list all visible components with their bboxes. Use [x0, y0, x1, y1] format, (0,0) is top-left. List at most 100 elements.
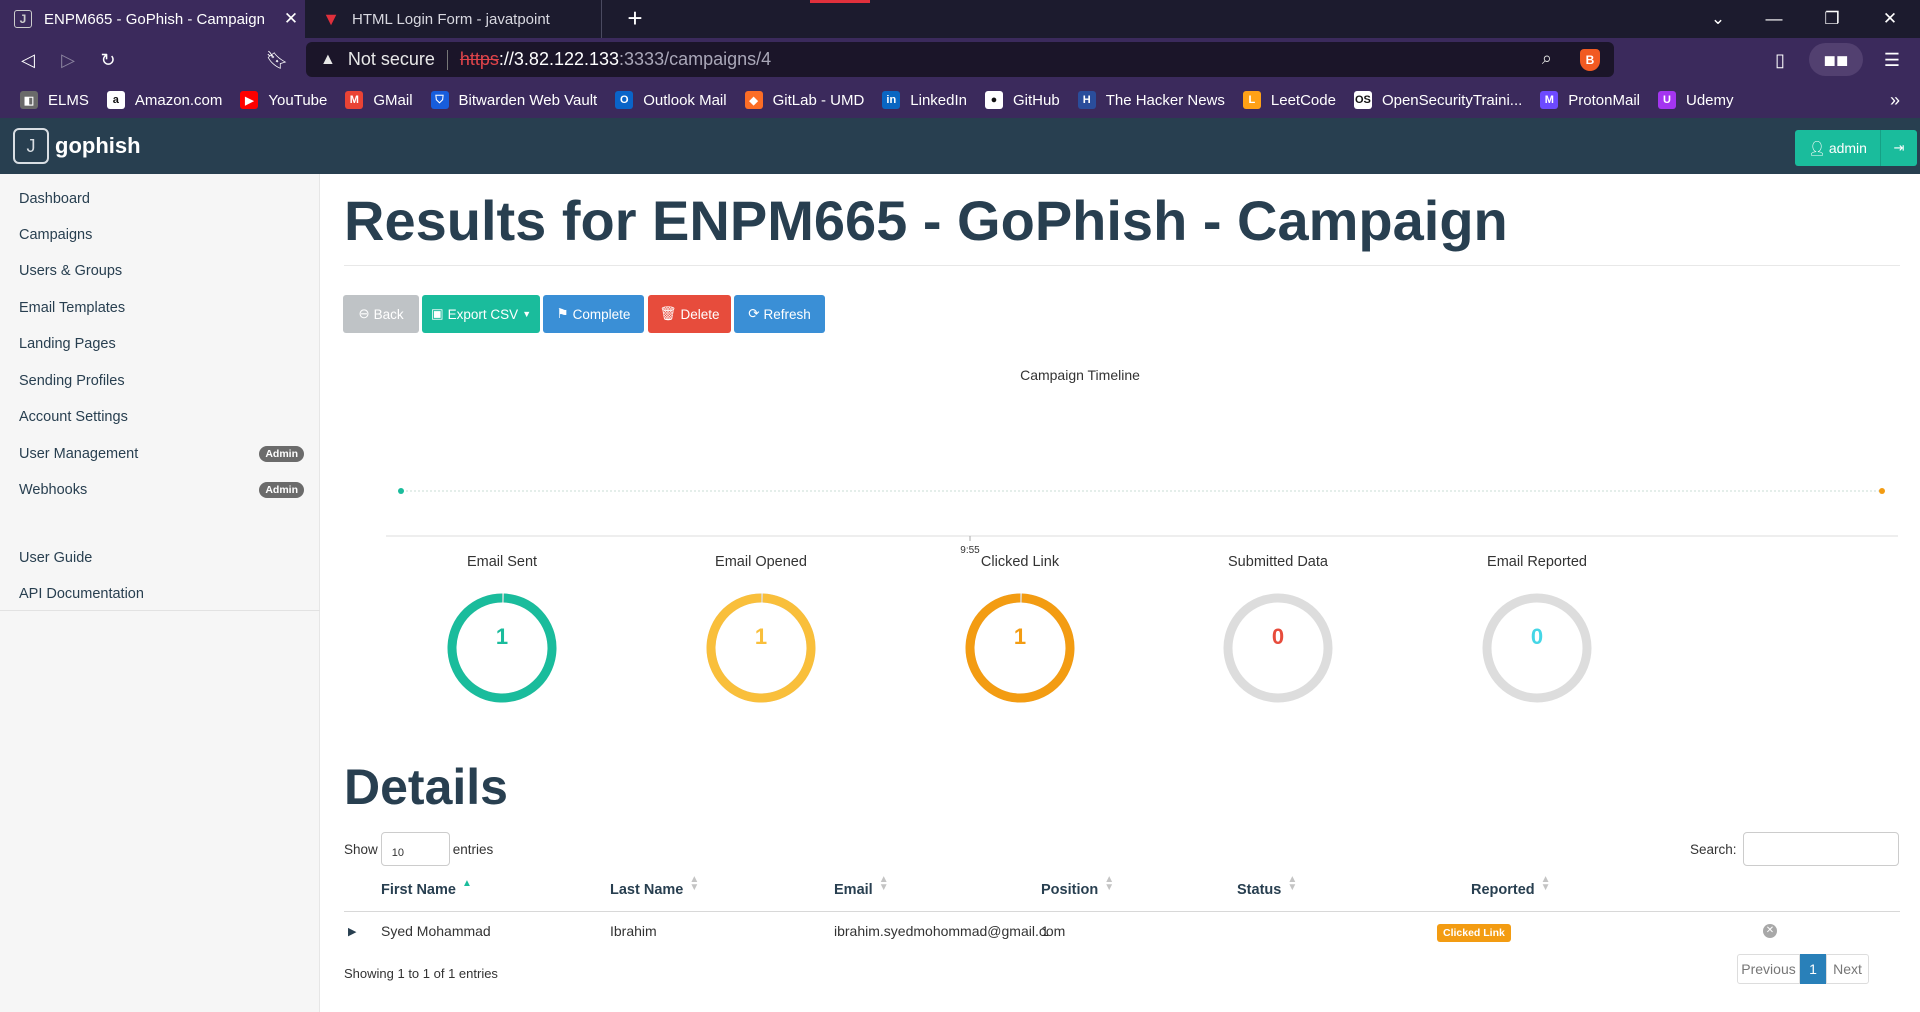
hackernews-icon: H — [1077, 91, 1096, 109]
stat-label: Email Opened — [715, 554, 807, 570]
export-csv-button[interactable]: ▣ Export CSV ▼ — [422, 295, 540, 333]
bookmarks-overflow-icon[interactable]: » — [1890, 90, 1900, 111]
stat-email-reported: Email Reported 0 — [1437, 554, 1637, 708]
address-bar[interactable]: ▲ Not secure https ://3.82.122.133 :3333… — [306, 42, 1614, 77]
bookmark-youtube[interactable]: ▶ YouTube — [240, 91, 327, 109]
pagination-page[interactable]: 1 — [1800, 954, 1826, 984]
table-search: Search: — [1690, 832, 1899, 866]
zoom-icon[interactable]: ⌕ — [1542, 48, 1552, 69]
private-glasses-icon[interactable]: ◼◼ — [1809, 43, 1863, 76]
user-button[interactable]: 👤︎ admin — [1795, 130, 1881, 166]
cell-email: ibrahim.syedmohommad@gmail.com — [834, 923, 1066, 939]
close-window-icon[interactable]: ✕ — [1862, 0, 1918, 38]
stat-value: 0 — [1271, 624, 1285, 649]
new-tab-icon[interactable]: + — [620, 4, 650, 34]
arrow-circle-left-icon: ⊖ — [358, 306, 370, 321]
col-email[interactable]: Email ▲ ▼ — [834, 875, 889, 899]
menu-icon[interactable]: ☰ — [1877, 46, 1907, 74]
url-host: ://3.82.122.133 — [498, 49, 620, 69]
sidebar-item-email-templates[interactable]: Email Templates — [19, 300, 304, 316]
entries-select[interactable]: 10 — [380, 832, 450, 866]
timeline-tick-label: 9:55 — [960, 545, 980, 554]
stat-label: Email Reported — [1487, 554, 1587, 570]
stat-ring: 0 — [1218, 588, 1338, 708]
stat-label: Submitted Data — [1228, 554, 1328, 570]
refresh-icon: ⟳ — [748, 306, 760, 321]
delete-button[interactable]: 🗑︎ Delete — [648, 295, 731, 333]
sidebar-item-user-management[interactable]: User Management Admin — [19, 446, 304, 462]
sidebar-item-campaigns[interactable]: Campaigns — [19, 227, 304, 243]
sidebar-item-api-documentation[interactable]: API Documentation — [19, 586, 304, 602]
cell-position: 1 — [1041, 923, 1049, 939]
admin-badge: Admin — [259, 446, 304, 462]
restore-icon[interactable]: ❐ — [1804, 0, 1860, 38]
gophish-logo-icon: J — [13, 128, 49, 164]
sort-icon: ▲ ▼ — [878, 874, 889, 893]
bookmark-outlook[interactable]: O Outlook Mail — [615, 91, 727, 109]
bitwarden-icon: ⛉ — [430, 91, 449, 109]
tab-list-chevron-icon[interactable]: ⌄ — [1690, 0, 1746, 38]
minimize-icon[interactable]: — — [1746, 0, 1802, 38]
stat-value: 1 — [1013, 624, 1027, 649]
tab-active[interactable]: J ENPM665 - GoPhish - Campaign ✕ — [0, 0, 305, 38]
brand-logo[interactable]: J gophish — [13, 128, 141, 164]
pagination: Previous 1 Next — [1737, 954, 1869, 984]
bookmark-github[interactable]: ● GitHub — [985, 91, 1060, 109]
bookmark-icon[interactable]: 🔖︎ — [262, 46, 292, 74]
stat-label: Clicked Link — [980, 554, 1060, 570]
pagination-next[interactable]: Next — [1826, 954, 1869, 984]
stat-ring: 1 — [960, 588, 1080, 708]
col-position[interactable]: Position ▲ ▼ — [1041, 875, 1114, 899]
cell-last-name: Ibrahim — [610, 923, 657, 939]
sidebar-item-landing-pages[interactable]: Landing Pages — [19, 336, 304, 352]
url-path: :3333/campaigns/4 — [619, 49, 772, 69]
bookmark-linkedin[interactable]: in LinkedIn — [882, 91, 967, 109]
details-title: Details — [344, 759, 508, 815]
col-last-name[interactable]: Last Name ▲ ▼ — [610, 875, 699, 899]
admin-badge: Admin — [259, 482, 304, 498]
bookmark-amazon[interactable]: a Amazon.com — [106, 91, 222, 109]
sidebar-toggle-icon[interactable]: ▯ — [1765, 46, 1795, 74]
back-button[interactable]: ⊖ Back — [343, 295, 419, 333]
reload-icon[interactable]: ↻ — [93, 46, 123, 74]
table-header-divider — [344, 911, 1900, 912]
bookmark-udemy[interactable]: U Udemy — [1658, 91, 1734, 109]
title-divider — [344, 265, 1900, 266]
bookmark-gitlab[interactable]: ◆ GitLab - UMD — [744, 91, 864, 109]
back-nav-icon[interactable]: ◁ — [13, 46, 43, 74]
bookmark-leetcode[interactable]: L LeetCode — [1242, 91, 1336, 109]
complete-button[interactable]: ⚑ Complete — [543, 295, 644, 333]
security-status: Not secure — [347, 49, 435, 69]
bookmark-hackernews[interactable]: H The Hacker News — [1077, 91, 1225, 109]
tab-title: ENPM665 - GoPhish - Campaign — [44, 10, 265, 28]
sort-icon: ▲ ▼ — [689, 874, 700, 893]
sidebar-item-users-groups[interactable]: Users & Groups — [19, 263, 304, 279]
bookmark-elms[interactable]: ◧ ELMS — [20, 91, 89, 109]
bookmark-gmail[interactable]: M GMail — [345, 91, 413, 109]
logout-icon[interactable]: ⇥ — [1881, 130, 1917, 166]
bookmark-ost2[interactable]: OS OpenSecurityTraini... — [1353, 91, 1522, 109]
sidebar-item-sending-profiles[interactable]: Sending Profiles — [19, 373, 304, 389]
tab-inactive[interactable]: ▼ HTML Login Form - javatpoint — [308, 0, 602, 38]
sidebar-item-webhooks[interactable]: Webhooks Admin — [19, 482, 304, 498]
stat-ring: 1 — [442, 588, 562, 708]
bookmark-protonmail[interactable]: M ProtonMail — [1540, 91, 1640, 109]
col-reported[interactable]: Reported ▲ ▼ — [1471, 875, 1551, 899]
trash-icon: 🗑︎ — [659, 306, 677, 321]
brave-shields-icon[interactable]: B — [1580, 49, 1600, 71]
col-first-name[interactable]: First Name ▲ — [381, 879, 472, 899]
forward-nav-icon[interactable]: ▷ — [53, 46, 83, 74]
timeline-title: Campaign Timeline — [1020, 367, 1140, 383]
sidebar-item-dashboard[interactable]: Dashboard — [19, 191, 304, 207]
table-info: Showing 1 to 1 of 1 entries — [344, 966, 498, 981]
bookmark-bitwarden[interactable]: ⛉ Bitwarden Web Vault — [430, 91, 597, 109]
sidebar-item-account-settings[interactable]: Account Settings — [19, 409, 304, 425]
col-status[interactable]: Status ▲ ▼ — [1237, 875, 1297, 899]
sidebar-item-user-guide[interactable]: User Guide — [19, 550, 304, 566]
pagination-previous[interactable]: Previous — [1737, 954, 1800, 984]
sidebar-divider — [0, 610, 320, 611]
tab-close-icon[interactable]: ✕ — [277, 9, 305, 29]
search-input[interactable] — [1742, 832, 1899, 866]
expand-row-icon[interactable]: ▶ — [348, 925, 356, 938]
refresh-button[interactable]: ⟳ Refresh — [734, 295, 825, 333]
